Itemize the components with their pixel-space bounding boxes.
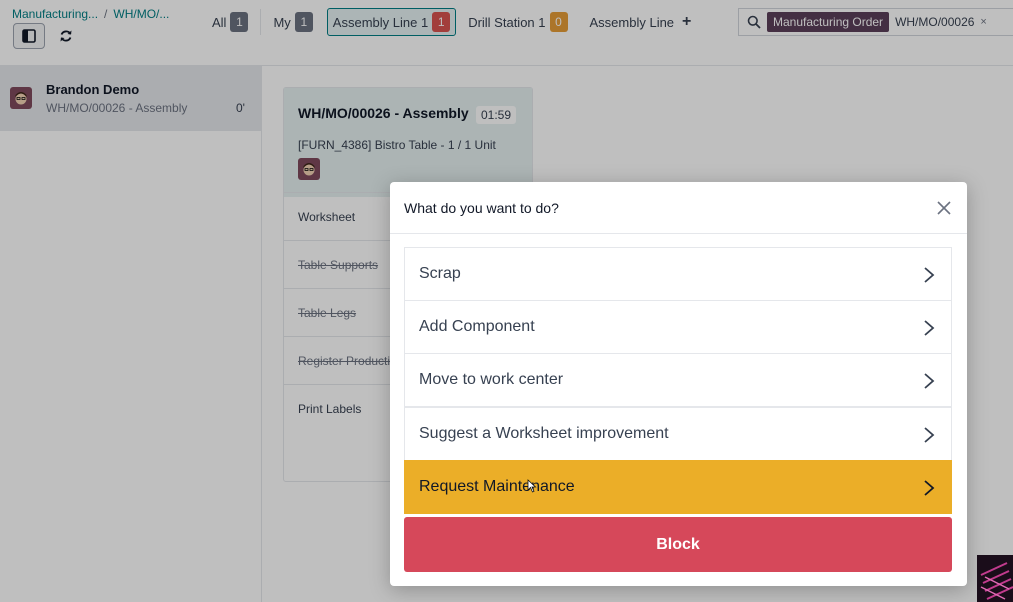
action-label: Request Maintenance [419,478,575,495]
chevron-right-icon [924,267,935,283]
chevron-right-icon [924,320,935,336]
chevron-right-icon [924,427,935,443]
request-maintenance-button[interactable]: Request Maintenance [404,460,952,514]
actions-dialog: What do you want to do? Scrap Add Compon… [390,182,967,586]
mouse-cursor-icon [527,479,537,493]
add-component-button[interactable]: Add Component [404,300,952,354]
chevron-right-icon [924,480,935,496]
suggest-worksheet-improvement-button[interactable]: Suggest a Worksheet improvement [404,407,952,461]
action-label: Add Component [419,318,535,335]
move-to-workcenter-button[interactable]: Move to work center [404,353,952,407]
dialog-header: What do you want to do? [390,182,967,234]
dialog-title: What do you want to do? [404,200,559,216]
block-button[interactable]: Block [404,517,952,572]
action-label: Suggest a Worksheet improvement [419,425,669,442]
scrap-button[interactable]: Scrap [404,247,952,301]
webcam-thumbnail [977,555,1013,602]
close-icon[interactable] [935,199,953,217]
action-label: Move to work center [419,371,564,388]
chevron-right-icon [924,373,935,389]
action-label: Scrap [419,265,461,282]
